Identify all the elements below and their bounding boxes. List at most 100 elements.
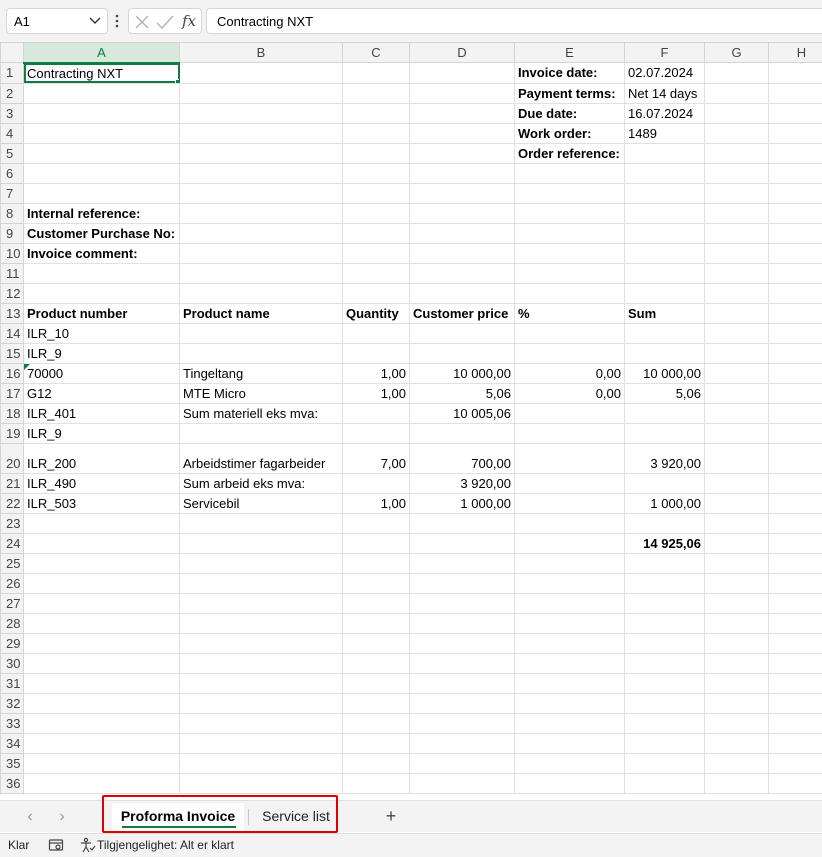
cell-b34[interactable] bbox=[179, 732, 343, 754]
cell-d27[interactable] bbox=[409, 592, 515, 614]
cell-c3[interactable] bbox=[342, 102, 410, 124]
column-header-a[interactable]: A bbox=[23, 42, 180, 64]
cell-e30[interactable] bbox=[514, 652, 625, 674]
cell-a24[interactable] bbox=[23, 532, 180, 554]
confirm-icon[interactable] bbox=[156, 14, 174, 30]
cell-c27[interactable] bbox=[342, 592, 410, 614]
cell-c23[interactable] bbox=[342, 512, 410, 534]
cell-f10[interactable] bbox=[624, 242, 705, 264]
cell-g16[interactable] bbox=[704, 362, 769, 384]
cell-h35[interactable] bbox=[768, 752, 822, 774]
cell-c2[interactable] bbox=[342, 82, 410, 104]
cell-c13[interactable]: Quantity bbox=[342, 302, 410, 324]
cell-g23[interactable] bbox=[704, 512, 769, 534]
row-header[interactable]: 30 bbox=[0, 652, 24, 674]
row-header[interactable]: 25 bbox=[0, 552, 24, 574]
row-header[interactable]: 23 bbox=[0, 512, 24, 534]
row-header[interactable]: 24 bbox=[0, 532, 24, 554]
row-header[interactable]: 10 bbox=[0, 242, 24, 264]
cell-h4[interactable] bbox=[768, 122, 822, 144]
column-header-c[interactable]: C bbox=[342, 42, 410, 63]
cell-e28[interactable] bbox=[514, 612, 625, 634]
cell-c33[interactable] bbox=[342, 712, 410, 734]
row-header[interactable]: 3 bbox=[0, 102, 24, 124]
cell-f27[interactable] bbox=[624, 592, 705, 614]
cell-b13[interactable]: Product name bbox=[179, 302, 343, 324]
cell-a26[interactable] bbox=[23, 572, 180, 594]
cell-b20[interactable]: Arbeidstimer fagarbeider bbox=[179, 442, 343, 474]
cell-c32[interactable] bbox=[342, 692, 410, 714]
cell-b12[interactable] bbox=[179, 282, 343, 304]
row-header[interactable]: 26 bbox=[0, 572, 24, 594]
cell-g9[interactable] bbox=[704, 222, 769, 244]
cell-b4[interactable] bbox=[179, 122, 343, 144]
cell-c29[interactable] bbox=[342, 632, 410, 654]
cell-a14[interactable]: ILR_10 bbox=[23, 322, 180, 344]
cell-e18[interactable] bbox=[514, 402, 625, 424]
cell-h25[interactable] bbox=[768, 552, 822, 574]
cell-g14[interactable] bbox=[704, 322, 769, 344]
cancel-icon[interactable] bbox=[134, 14, 150, 30]
cell-h7[interactable] bbox=[768, 182, 822, 204]
cell-b14[interactable] bbox=[179, 322, 343, 344]
row-header[interactable]: 8 bbox=[0, 202, 24, 224]
column-header-d[interactable]: D bbox=[409, 42, 515, 63]
cell-g8[interactable] bbox=[704, 202, 769, 224]
cell-c21[interactable] bbox=[342, 472, 410, 494]
cell-b16[interactable]: Tingeltang bbox=[179, 362, 343, 384]
cell-a27[interactable] bbox=[23, 592, 180, 614]
cell-a10[interactable]: Invoice comment: bbox=[23, 242, 180, 264]
cell-d25[interactable] bbox=[409, 552, 515, 574]
cell-h23[interactable] bbox=[768, 512, 822, 534]
cell-f30[interactable] bbox=[624, 652, 705, 674]
cell-d6[interactable] bbox=[409, 162, 515, 184]
cell-c25[interactable] bbox=[342, 552, 410, 574]
cell-c24[interactable] bbox=[342, 532, 410, 554]
cell-a16[interactable]: 70000 bbox=[23, 362, 180, 384]
cell-a18[interactable]: ILR_401 bbox=[23, 402, 180, 424]
cell-a31[interactable] bbox=[23, 672, 180, 694]
row-header[interactable]: 15 bbox=[0, 342, 24, 364]
cell-d1[interactable] bbox=[409, 62, 515, 84]
cell-d20[interactable]: 700,00 bbox=[409, 442, 515, 474]
column-header-e[interactable]: E bbox=[514, 42, 625, 63]
row-header[interactable]: 20 bbox=[0, 442, 24, 474]
row-header[interactable]: 13 bbox=[0, 302, 24, 324]
cell-f23[interactable] bbox=[624, 512, 705, 534]
cell-e19[interactable] bbox=[514, 422, 625, 444]
cell-d12[interactable] bbox=[409, 282, 515, 304]
cell-c18[interactable] bbox=[342, 402, 410, 424]
macro-recorder-icon[interactable] bbox=[48, 837, 64, 853]
cell-g22[interactable] bbox=[704, 492, 769, 514]
cell-c36[interactable] bbox=[342, 772, 410, 794]
cell-d31[interactable] bbox=[409, 672, 515, 694]
cell-b33[interactable] bbox=[179, 712, 343, 734]
cell-c6[interactable] bbox=[342, 162, 410, 184]
cell-b32[interactable] bbox=[179, 692, 343, 714]
cell-a33[interactable] bbox=[23, 712, 180, 734]
cell-d2[interactable] bbox=[409, 82, 515, 104]
cell-c12[interactable] bbox=[342, 282, 410, 304]
cell-f12[interactable] bbox=[624, 282, 705, 304]
row-header[interactable]: 35 bbox=[0, 752, 24, 774]
cell-d10[interactable] bbox=[409, 242, 515, 264]
cell-b9[interactable] bbox=[179, 222, 343, 244]
cell-d14[interactable] bbox=[409, 322, 515, 344]
cell-b10[interactable] bbox=[179, 242, 343, 264]
cell-g17[interactable] bbox=[704, 382, 769, 404]
cell-f31[interactable] bbox=[624, 672, 705, 694]
cell-e25[interactable] bbox=[514, 552, 625, 574]
cell-b21[interactable]: Sum arbeid eks mva: bbox=[179, 472, 343, 494]
cell-a23[interactable] bbox=[23, 512, 180, 534]
cell-b24[interactable] bbox=[179, 532, 343, 554]
cell-c28[interactable] bbox=[342, 612, 410, 634]
accessibility-status[interactable]: Tilgjengelighet: Alt er klart bbox=[97, 838, 234, 852]
row-header[interactable]: 18 bbox=[0, 402, 24, 424]
column-header-b[interactable]: B bbox=[179, 42, 343, 63]
cell-g5[interactable] bbox=[704, 142, 769, 164]
cell-b8[interactable] bbox=[179, 202, 343, 224]
cell-h18[interactable] bbox=[768, 402, 822, 424]
cell-g19[interactable] bbox=[704, 422, 769, 444]
cell-a8[interactable]: Internal reference: bbox=[23, 202, 180, 224]
cell-h36[interactable] bbox=[768, 772, 822, 794]
